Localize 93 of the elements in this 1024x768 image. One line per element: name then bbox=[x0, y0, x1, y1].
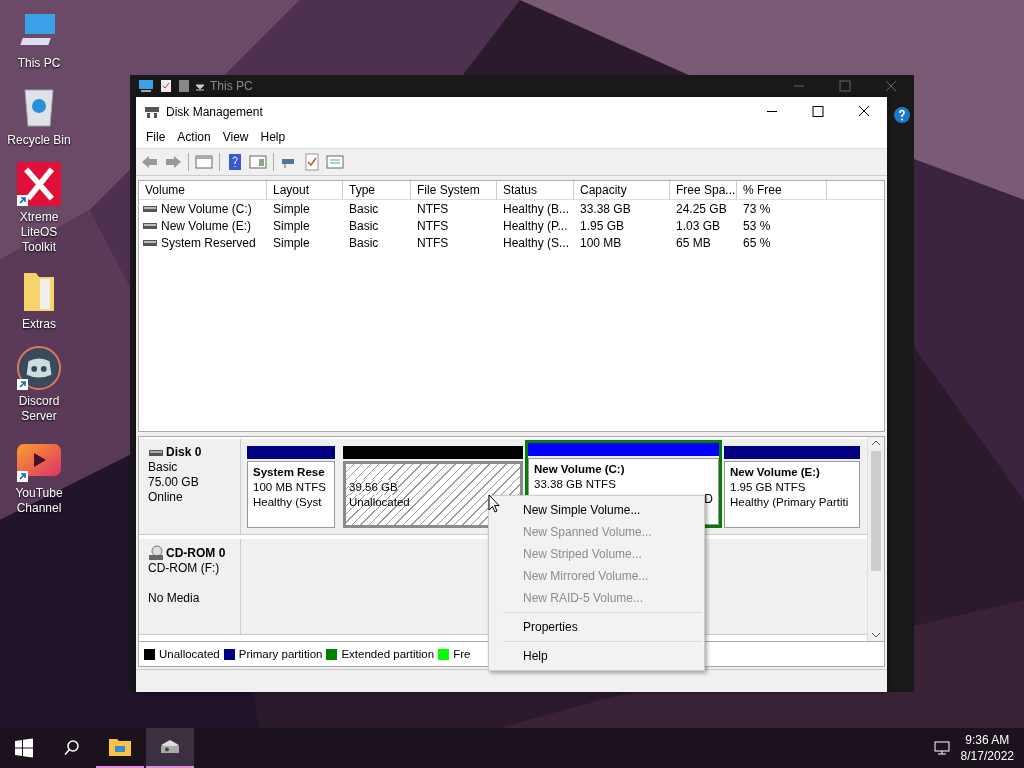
drive-icon bbox=[143, 238, 157, 247]
desktop-icon-label[interactable]: Discord Server bbox=[4, 394, 74, 424]
disk-name: Disk 0 bbox=[148, 445, 240, 460]
desktop-icon-label[interactable]: Recycle Bin bbox=[4, 133, 74, 148]
clock-time[interactable]: 9:36 AM bbox=[965, 732, 1010, 748]
window-title: Disk Management bbox=[166, 104, 263, 119]
column-header[interactable]: Type bbox=[343, 181, 411, 199]
table-cell-text: 65 % bbox=[742, 234, 772, 251]
disk-size: 75.00 GB bbox=[148, 475, 200, 490]
scrollbar[interactable] bbox=[867, 437, 884, 641]
table-cell-text: Healthy (P... bbox=[502, 217, 569, 234]
partition-title: New Volume (E:) bbox=[730, 465, 820, 480]
column-header[interactable]: File System bbox=[411, 181, 497, 199]
column-header[interactable]: Volume bbox=[139, 181, 267, 199]
menu-item[interactable]: Properties bbox=[489, 616, 704, 638]
drive-icon bbox=[143, 221, 157, 230]
desktop-icon-label[interactable]: Extras bbox=[4, 317, 74, 332]
partition-block[interactable]: System Rese 100 MB NTFS Healthy (Syst bbox=[244, 443, 338, 531]
desktop-icon-label[interactable]: YouTube Channel bbox=[4, 486, 74, 516]
dropdown-icon[interactable] bbox=[196, 81, 204, 91]
windows-logo-icon bbox=[14, 738, 34, 758]
menu-item[interactable]: View bbox=[216, 130, 255, 144]
partition-block[interactable]: New Volume (E:) 1.95 GB NTFS Healthy (Primary Partiti bbox=[721, 443, 863, 531]
drive-icon bbox=[143, 204, 157, 213]
legend-label: Unallocated bbox=[159, 648, 220, 660]
table-cell-text: 100 MB bbox=[579, 234, 623, 251]
desktop-icon-label[interactable]: This PC bbox=[4, 56, 74, 71]
table-cell-text: NTFS bbox=[416, 200, 450, 217]
menu-item[interactable]: Action bbox=[171, 130, 217, 144]
network-icon[interactable] bbox=[932, 740, 951, 756]
table-cell-text: Basic bbox=[348, 234, 380, 251]
help-icon[interactable] bbox=[894, 107, 910, 123]
clock-date[interactable]: 8/17/2022 bbox=[960, 748, 1014, 764]
disk-status: Online bbox=[148, 490, 184, 505]
x-logo-icon bbox=[17, 160, 61, 208]
table-cell-text: Healthy (B... bbox=[502, 200, 571, 217]
cursor-icon bbox=[488, 494, 500, 513]
search-icon bbox=[63, 739, 81, 757]
table-cell-text: 1.95 GB bbox=[579, 217, 626, 234]
table-cell: New Volume (C:) bbox=[161, 201, 252, 216]
disk-tool-taskbar-button[interactable] bbox=[146, 728, 194, 768]
checklist-icon[interactable] bbox=[302, 153, 322, 171]
table-cell-text: Simple bbox=[272, 217, 311, 234]
computer-icon bbox=[138, 79, 154, 93]
forward-icon[interactable] bbox=[163, 153, 183, 171]
window-title: This PC bbox=[210, 79, 253, 93]
column-header[interactable]: Status bbox=[497, 181, 574, 199]
table-cell-text: 53 % bbox=[742, 217, 772, 234]
table-cell-text: 24.25 GB bbox=[675, 200, 728, 217]
menu-item[interactable]: Help bbox=[489, 645, 704, 667]
table-cell: System Reserved bbox=[161, 235, 256, 250]
partition-detail: Healthy (Syst bbox=[253, 495, 322, 510]
partition-title: System Rese bbox=[253, 465, 325, 480]
column-header[interactable]: Capacity bbox=[574, 181, 670, 199]
disk-status: No Media bbox=[148, 591, 201, 606]
panel-icon[interactable] bbox=[194, 153, 214, 171]
table-cell-text: NTFS bbox=[416, 234, 450, 251]
disk-type: Basic bbox=[148, 460, 179, 475]
table-cell-text: Basic bbox=[348, 217, 380, 234]
list-icon[interactable] bbox=[325, 153, 345, 171]
legend-label: Primary partition bbox=[238, 648, 323, 660]
back-icon[interactable] bbox=[140, 153, 160, 171]
table-cell-text: Healthy (S... bbox=[502, 234, 571, 251]
checklist-icon bbox=[160, 79, 172, 93]
table-cell: New Volume (E:) bbox=[161, 218, 252, 233]
table-cell-text: 1.03 GB bbox=[675, 217, 722, 234]
disk-type: CD-ROM (F:) bbox=[148, 561, 221, 576]
table-cell-text: NTFS bbox=[416, 217, 450, 234]
partition-detail: Healthy (Primary Partiti bbox=[730, 495, 849, 510]
disk-management-icon bbox=[144, 104, 160, 119]
partition-detail: D bbox=[704, 492, 713, 507]
column-header[interactable]: Free Spa... bbox=[670, 181, 737, 199]
table-cell-text: 73 % bbox=[742, 200, 772, 217]
cd-drive-icon bbox=[148, 545, 164, 561]
menu-item[interactable]: File bbox=[140, 130, 172, 144]
partition-detail: Unallocated bbox=[349, 495, 410, 510]
table-cell-text: Simple bbox=[272, 234, 311, 251]
legend-label: Extended partition bbox=[341, 648, 435, 660]
table-cell-text: 65 MB bbox=[675, 234, 712, 251]
menu-item[interactable]: Help bbox=[254, 130, 292, 144]
desktop-icon-label[interactable]: Xtreme LiteOS Toolkit bbox=[4, 210, 74, 255]
column-header[interactable]: Layout bbox=[267, 181, 343, 199]
play-icon bbox=[17, 444, 61, 476]
recycle-bin-icon bbox=[21, 86, 57, 128]
panel-icon[interactable] bbox=[248, 153, 268, 171]
column-header[interactable]: % Free bbox=[737, 181, 827, 199]
legend-label: Fre bbox=[453, 648, 471, 660]
table-cell-text: Simple bbox=[272, 200, 311, 217]
disk-name: CD-ROM 0 bbox=[148, 545, 240, 561]
table-cell-text: Basic bbox=[348, 200, 380, 217]
partition-title: New Volume (C:) bbox=[534, 462, 625, 477]
table-cell-text: 33.38 GB bbox=[579, 200, 632, 217]
partition-detail: 39.56 GB bbox=[349, 480, 398, 495]
